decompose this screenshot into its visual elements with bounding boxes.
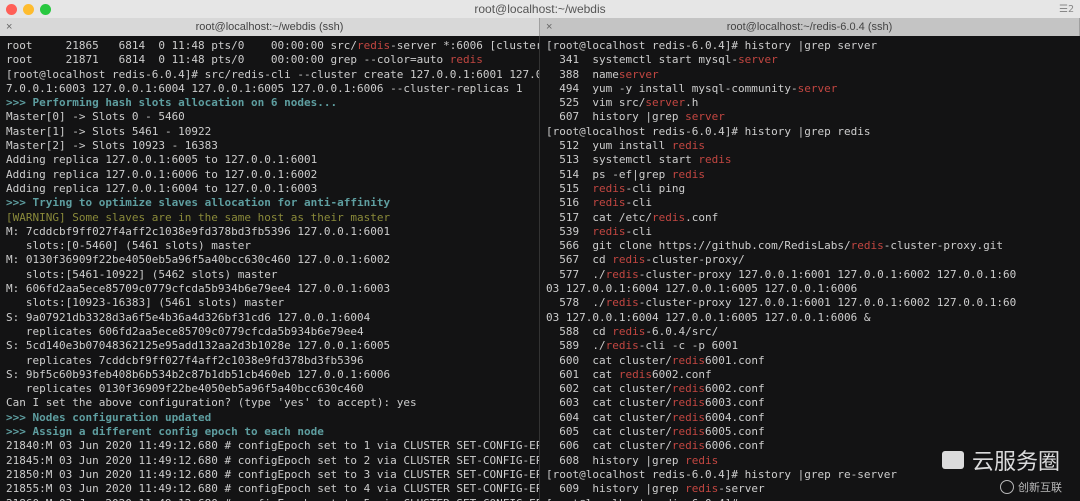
close-tab-icon[interactable]: × [546,21,552,33]
tab-bar: × root@localhost:~/webdis (ssh) × root@l… [0,18,1080,36]
brand-watermark: 创新互联 [1000,479,1062,495]
close-tab-icon[interactable]: × [6,21,12,33]
right-terminal-pane[interactable]: [root@localhost redis-6.0.4]# history |g… [540,36,1080,501]
window-title: root@localhost:~/webdis [474,2,605,16]
close-window-button[interactable] [6,4,17,15]
wechat-icon [942,451,964,469]
minimize-window-button[interactable] [23,4,34,15]
tab-label: root@localhost:~/redis-6.0.4 (ssh) [727,21,893,33]
tab-redis[interactable]: × root@localhost:~/redis-6.0.4 (ssh) [540,18,1080,36]
traffic-lights [6,4,51,15]
tab-label: root@localhost:~/webdis (ssh) [196,21,344,33]
left-terminal-pane[interactable]: root 21865 6814 0 11:48 pts/0 00:00:00 s… [0,36,540,501]
wechat-watermark: 云服务圈 [942,444,1060,476]
broadcast-icon[interactable]: ☰2 [1059,4,1074,15]
wechat-watermark-text: 云服务圈 [972,444,1060,476]
brand-logo-icon [1000,480,1014,494]
tab-webdis[interactable]: × root@localhost:~/webdis (ssh) [0,18,540,36]
zoom-window-button[interactable] [40,4,51,15]
brand-watermark-text: 创新互联 [1018,479,1062,495]
window-titlebar: root@localhost:~/webdis ☰2 [0,0,1080,18]
split-panes: root 21865 6814 0 11:48 pts/0 00:00:00 s… [0,36,1080,501]
